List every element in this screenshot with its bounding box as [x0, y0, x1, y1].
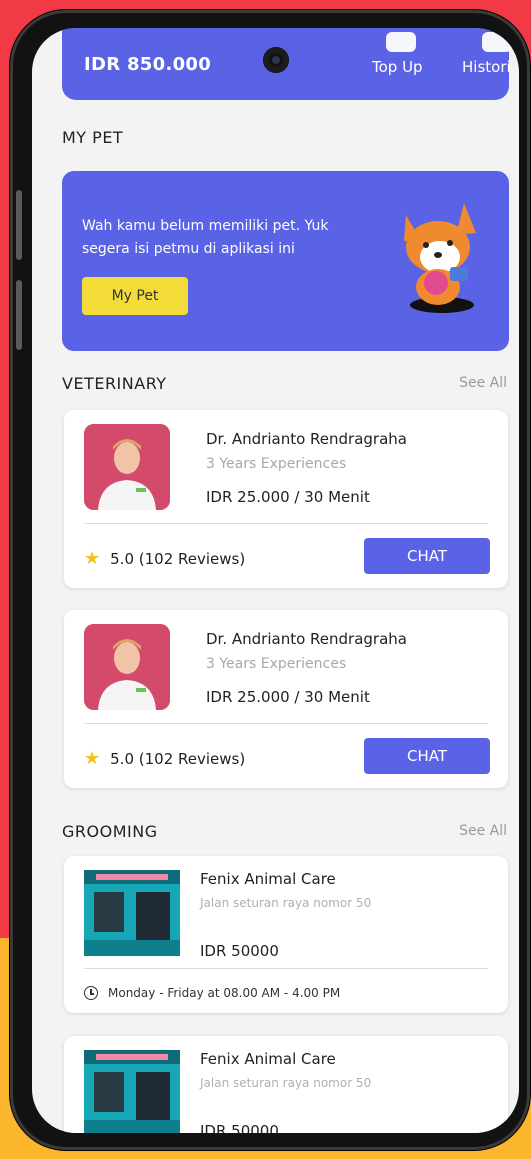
grooming-section-title: GROOMING	[62, 822, 158, 841]
grooming-card[interactable]: Fenix Animal Care Jalan seturan raya nom…	[64, 1036, 508, 1133]
card-divider	[84, 968, 488, 969]
phone-side-button	[16, 190, 22, 260]
grooming-hours: Monday - Friday at 08.00 AM - 4.00 PM	[84, 986, 340, 1000]
history-label: Histori	[462, 58, 511, 76]
my-pet-button[interactable]: My Pet	[82, 277, 188, 315]
chat-button[interactable]: CHAT	[364, 538, 490, 574]
vet-experience: 3 Years Experiences	[206, 456, 347, 472]
grooming-price: IDR 50000	[200, 1122, 279, 1133]
grooming-shop-photo	[84, 1050, 180, 1133]
my-pet-section-title: MY PET	[62, 128, 124, 147]
vet-rating-text: 5.0 (102 Reviews)	[110, 749, 246, 768]
veterinary-see-all-link[interactable]: See All	[459, 375, 507, 391]
vet-price: IDR 25.000 / 30 Menit	[206, 688, 370, 706]
grooming-shop-photo	[84, 870, 180, 956]
phone-side-button	[16, 280, 22, 350]
card-divider	[84, 523, 488, 524]
grooming-address: Jalan seturan raya nomor 50	[200, 1076, 372, 1090]
vet-card[interactable]: Dr. Andrianto Rendragraha 3 Years Experi…	[64, 410, 508, 588]
top-up-button[interactable]: Top Up	[372, 32, 423, 76]
vet-name: Dr. Andrianto Rendragraha	[206, 630, 407, 648]
vet-rating: ★ 5.0 (102 Reviews)	[84, 548, 245, 569]
top-up-label: Top Up	[372, 58, 423, 76]
corgi-illustration	[404, 203, 476, 313]
grooming-address: Jalan seturan raya nomor 50	[200, 896, 372, 910]
grooming-see-all-link[interactable]: See All	[459, 823, 507, 839]
vet-avatar	[84, 624, 170, 710]
wallet-icon	[386, 32, 416, 52]
vet-card[interactable]: Dr. Andrianto Rendragraha 3 Years Experi…	[64, 610, 508, 788]
app-screen: IDR 850.000 Top Up Histori MY PET Wah ka…	[32, 28, 519, 1133]
grooming-name: Fenix Animal Care	[200, 1050, 336, 1068]
grooming-hours-text: Monday - Friday at 08.00 AM - 4.00 PM	[108, 986, 341, 1000]
grooming-name: Fenix Animal Care	[200, 870, 336, 888]
grooming-card[interactable]: Fenix Animal Care Jalan seturan raya nom…	[64, 856, 508, 1013]
vet-experience: 3 Years Experiences	[206, 656, 347, 672]
clock-icon	[84, 986, 98, 1000]
wallet-balance: IDR 850.000	[84, 54, 212, 75]
my-pet-message: Wah kamu belum memiliki pet. Yuk segera …	[82, 218, 329, 257]
vet-rating: ★ 5.0 (102 Reviews)	[84, 748, 245, 769]
grooming-price: IDR 50000	[200, 942, 279, 960]
front-camera	[263, 47, 289, 73]
star-icon: ★	[84, 748, 101, 769]
vet-avatar	[84, 424, 170, 510]
my-pet-card: Wah kamu belum memiliki pet. Yuk segera …	[62, 171, 509, 351]
chat-button[interactable]: CHAT	[364, 738, 490, 774]
veterinary-section-title: VETERINARY	[62, 374, 167, 393]
vet-price: IDR 25.000 / 30 Menit	[206, 488, 370, 506]
vet-name: Dr. Andrianto Rendragraha	[206, 430, 407, 448]
star-icon: ★	[84, 548, 101, 569]
history-button[interactable]: Histori	[462, 32, 512, 76]
vet-rating-text: 5.0 (102 Reviews)	[110, 549, 246, 568]
card-divider	[84, 723, 488, 724]
history-icon	[482, 32, 512, 52]
